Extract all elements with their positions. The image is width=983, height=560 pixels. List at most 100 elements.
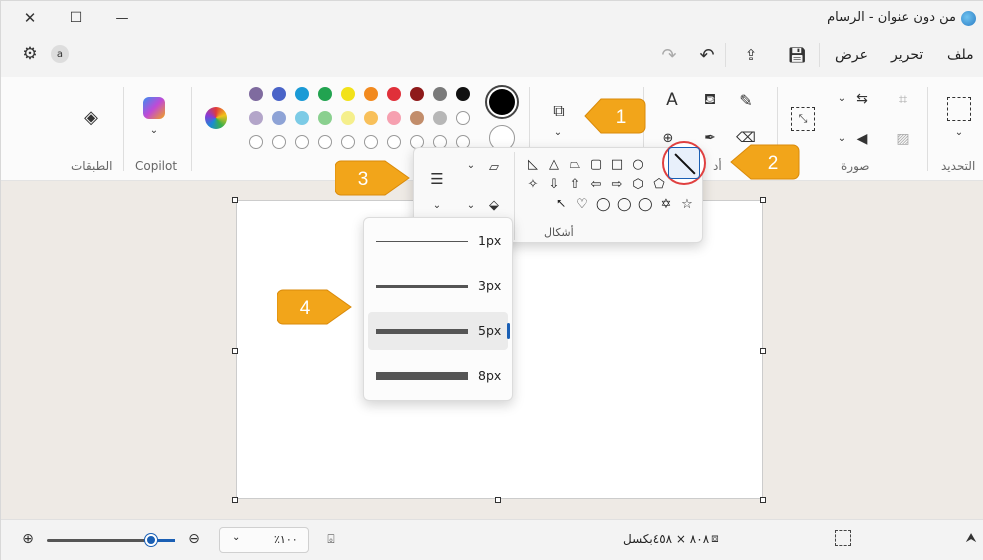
selection-dropdown-chevron-icon[interactable]: ⌄ <box>951 125 967 139</box>
line-shape-selected[interactable] <box>662 141 706 185</box>
resize-handle[interactable] <box>495 497 501 503</box>
shapes-icon[interactable]: ⧉ <box>547 99 571 123</box>
shape-option[interactable]: ⇦ <box>589 178 603 192</box>
fill-bucket-icon[interactable]: ⛾ <box>699 89 721 111</box>
shapes-dropdown-chevron-icon[interactable]: ⌄ <box>551 125 565 139</box>
color-swatch[interactable] <box>272 111 286 125</box>
shape-option[interactable]: ☆ <box>680 198 694 212</box>
color-swatch[interactable] <box>410 111 424 125</box>
selection-tool-icon[interactable] <box>947 97 971 121</box>
outline-dropdown-chevron-icon[interactable]: ⌄ <box>464 158 478 172</box>
color-swatch[interactable] <box>272 135 286 149</box>
undo-icon[interactable]: ↶ <box>695 43 719 67</box>
shape-option[interactable]: ✧ <box>526 178 540 192</box>
menu-file[interactable]: ملف <box>947 47 974 63</box>
crop-icon[interactable]: ⌗ <box>893 89 913 109</box>
resize-icon[interactable]: ▨ <box>893 129 913 149</box>
color-swatch[interactable] <box>433 87 447 101</box>
color-swatch[interactable] <box>456 111 470 125</box>
color-swatch[interactable] <box>249 135 263 149</box>
color-swatch[interactable] <box>272 87 286 101</box>
size-dropdown-chevron-icon[interactable]: ⌄ <box>430 198 444 212</box>
rotate-icon[interactable]: ⇆ <box>851 89 873 109</box>
color-swatch[interactable] <box>387 87 401 101</box>
size-tool-icon[interactable]: ☰ <box>424 168 450 190</box>
edit-colors-icon[interactable] <box>205 107 227 129</box>
shape-option[interactable]: ⇨ <box>610 178 624 192</box>
color-swatch[interactable] <box>410 87 424 101</box>
minimize-button[interactable]: — <box>109 7 135 29</box>
resize-handle[interactable] <box>760 197 766 203</box>
shape-option[interactable]: ▢ <box>589 158 603 172</box>
primary-color[interactable] <box>485 85 519 119</box>
color-picker-icon[interactable]: ✒ <box>699 127 721 149</box>
rotate-dropdown-chevron-icon[interactable]: ⌄ <box>835 91 849 105</box>
redo-icon[interactable]: ↷ <box>657 43 681 67</box>
color-swatch[interactable] <box>295 135 309 149</box>
size-option-8px[interactable]: 8px <box>368 357 508 395</box>
layers-icon[interactable]: ◈ <box>79 105 103 129</box>
shape-option[interactable]: ⇧ <box>568 178 582 192</box>
shape-option[interactable]: ⭦ <box>554 198 568 212</box>
shape-option[interactable]: ♡ <box>575 198 589 212</box>
share-icon[interactable]: ⇪ <box>739 43 763 67</box>
resize-handle[interactable] <box>232 348 238 354</box>
resize-handle[interactable] <box>232 497 238 503</box>
fit-to-window-icon[interactable]: ⌻ <box>321 530 341 548</box>
color-swatch[interactable] <box>387 135 401 149</box>
flip-icon[interactable]: ◀ <box>851 129 873 149</box>
zoom-slider-thumb[interactable] <box>145 534 157 546</box>
copilot-icon[interactable] <box>143 97 165 119</box>
color-swatch[interactable] <box>387 111 401 125</box>
shape-option[interactable]: ⬡ <box>631 178 645 192</box>
pencil-icon[interactable]: ✎ <box>735 89 757 111</box>
outline-icon[interactable]: ▱ <box>484 158 504 176</box>
color-swatch[interactable] <box>364 135 378 149</box>
account-avatar[interactable]: a <box>51 45 69 63</box>
color-swatch[interactable] <box>318 87 332 101</box>
maximize-button[interactable]: ☐ <box>63 7 89 29</box>
color-swatch[interactable] <box>249 87 263 101</box>
shape-option[interactable]: ◯ <box>617 198 632 212</box>
fill-icon[interactable]: ⬙ <box>484 196 504 214</box>
flip-dropdown-chevron-icon[interactable]: ⌄ <box>835 131 849 145</box>
close-button[interactable]: ✕ <box>17 7 43 29</box>
resize-handle[interactable] <box>232 197 238 203</box>
menu-edit[interactable]: تحرير <box>891 47 923 63</box>
color-swatch[interactable] <box>341 135 355 149</box>
menu-view[interactable]: عرض <box>835 47 868 63</box>
color-swatch[interactable] <box>318 135 332 149</box>
resize-handle[interactable] <box>760 348 766 354</box>
color-swatch[interactable] <box>295 87 309 101</box>
settings-icon[interactable]: ⚙ <box>19 43 41 65</box>
color-swatch[interactable] <box>295 111 309 125</box>
copilot-dropdown-chevron-icon[interactable]: ⌄ <box>147 123 161 137</box>
color-swatch[interactable] <box>433 111 447 125</box>
shape-option[interactable]: ◯ <box>596 198 611 212</box>
zoom-out-icon[interactable]: ⊖ <box>185 530 203 548</box>
shape-option[interactable]: ✡ <box>659 198 673 212</box>
image-resize-icon[interactable]: ⤡ <box>791 107 815 131</box>
color-swatch[interactable] <box>364 111 378 125</box>
shape-option[interactable]: ⬠ <box>652 178 666 192</box>
zoom-select[interactable]: ⌄ ٪١٠٠ <box>219 527 309 553</box>
shape-option[interactable]: ○ <box>631 158 645 172</box>
save-icon[interactable]: 💾︎ <box>785 43 809 67</box>
shape-option[interactable]: □ <box>610 158 624 172</box>
fill-dropdown-chevron-icon[interactable]: ⌄ <box>464 198 478 212</box>
shape-option[interactable]: ◯ <box>638 198 653 212</box>
text-tool-icon[interactable]: A <box>661 89 683 111</box>
size-option-5px[interactable]: 5px <box>368 312 510 350</box>
shape-option[interactable]: △ <box>547 158 561 172</box>
size-option-1px[interactable]: 1px <box>368 222 508 260</box>
color-swatch[interactable] <box>341 87 355 101</box>
resize-handle[interactable] <box>760 497 766 503</box>
shape-option[interactable]: ⇩ <box>547 178 561 192</box>
color-swatch[interactable] <box>456 87 470 101</box>
color-swatch[interactable] <box>341 111 355 125</box>
color-swatch[interactable] <box>249 111 263 125</box>
size-option-3px[interactable]: 3px <box>368 267 508 305</box>
shape-option[interactable]: ◺ <box>526 158 540 172</box>
color-swatch[interactable] <box>364 87 378 101</box>
zoom-slider[interactable] <box>47 534 175 546</box>
